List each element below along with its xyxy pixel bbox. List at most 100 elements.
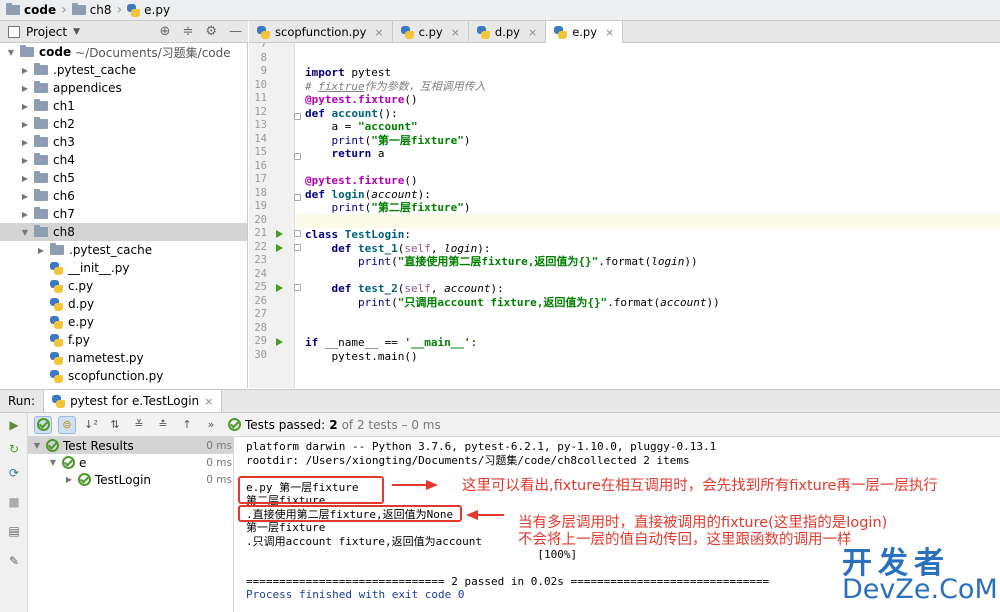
- folder-icon: [34, 117, 48, 129]
- show-passed-toggle[interactable]: [34, 415, 52, 434]
- chevron-down-icon[interactable]: ▼: [73, 27, 80, 37]
- tree-item[interactable]: __init__.py: [0, 259, 247, 277]
- collapsed-arrow-icon[interactable]: ▶: [20, 192, 30, 201]
- breadcrumb-ch8[interactable]: ch8: [71, 3, 112, 17]
- collapse-all-icon[interactable]: ≛: [154, 416, 172, 434]
- expanded-arrow-icon[interactable]: ▼: [48, 458, 58, 467]
- tree-item[interactable]: ▶ appendices: [0, 79, 247, 97]
- tree-root[interactable]: ▼ code ~/Documents/习题集/code: [0, 43, 247, 61]
- tab-scopfunction[interactable]: scopfunction.py ×: [249, 21, 393, 43]
- line-number: 28: [254, 321, 267, 334]
- toggle-auto-test-icon[interactable]: ⟳: [7, 466, 21, 480]
- run-main-icon[interactable]: [276, 338, 283, 346]
- chevron-right-icon: ›: [116, 2, 123, 18]
- folder-icon: [34, 81, 48, 93]
- tree-item[interactable]: ▶ ch4: [0, 151, 247, 169]
- run-class-icon[interactable]: [276, 230, 283, 238]
- sort-duration-icon[interactable]: ⇅: [106, 416, 124, 434]
- stop-icon[interactable]: ■: [7, 495, 21, 509]
- tree-item[interactable]: ▶ ch6: [0, 187, 247, 205]
- close-icon[interactable]: ×: [605, 26, 614, 39]
- tab-d-py[interactable]: d.py ×: [469, 21, 547, 43]
- tree-item[interactable]: ▶ .pytest_cache: [0, 61, 247, 79]
- fold-icon[interactable]: [294, 284, 301, 291]
- close-icon[interactable]: ×: [204, 395, 213, 408]
- fold-icon[interactable]: [294, 230, 301, 237]
- arrow-right-icon: [392, 480, 438, 490]
- code-line-17: @pytest.fixture(): [305, 174, 418, 187]
- breadcrumb-code[interactable]: code: [6, 3, 56, 17]
- breadcrumb: code › ch8 › e.py: [0, 0, 1000, 21]
- tab-e-py[interactable]: e.py ×: [546, 21, 624, 43]
- close-icon[interactable]: ×: [528, 26, 537, 39]
- fold-icon[interactable]: [294, 244, 301, 251]
- tree-item[interactable]: d.py: [0, 295, 247, 313]
- collapsed-arrow-icon[interactable]: ▶: [20, 120, 30, 129]
- close-icon[interactable]: ×: [374, 26, 383, 39]
- tree-item[interactable]: scopfunction.py: [0, 367, 247, 385]
- tree-item[interactable]: e.py: [0, 313, 247, 331]
- expanded-arrow-icon[interactable]: ▼: [6, 48, 16, 57]
- run-test-icon[interactable]: [276, 284, 283, 292]
- test-results-e[interactable]: ▼ e 0 ms: [28, 454, 234, 471]
- tree-item[interactable]: ▶ ch2: [0, 115, 247, 133]
- python-file-icon: [50, 333, 63, 347]
- rerun-icon[interactable]: ▶: [7, 418, 21, 432]
- layout-icon[interactable]: ▤: [7, 524, 21, 538]
- collapsed-arrow-icon[interactable]: ▶: [64, 475, 74, 484]
- collapsed-arrow-icon[interactable]: ▶: [20, 102, 30, 111]
- collapsed-arrow-icon[interactable]: ▶: [20, 210, 30, 219]
- tree-item[interactable]: c.py: [0, 277, 247, 295]
- tree-item[interactable]: ▶ ch1: [0, 97, 247, 115]
- console-line: Process finished with exit code 0: [246, 588, 465, 601]
- expanded-arrow-icon[interactable]: ▼: [20, 228, 30, 237]
- tab-c-py[interactable]: c.py ×: [393, 21, 469, 43]
- tree-item[interactable]: ▶ ch3: [0, 133, 247, 151]
- code-line-29: if __name__ == '__main__':: [305, 336, 478, 349]
- fold-icon[interactable]: [294, 153, 301, 160]
- collapse-all-icon[interactable]: ≑: [182, 24, 193, 39]
- collapsed-arrow-icon[interactable]: ▶: [20, 156, 30, 165]
- collapsed-arrow-icon[interactable]: ▶: [20, 138, 30, 147]
- breadcrumb-e-py[interactable]: e.py: [127, 3, 170, 17]
- run-config-tab[interactable]: pytest for e.TestLogin ×: [43, 390, 223, 412]
- expanded-arrow-icon[interactable]: ▼: [32, 441, 42, 450]
- test-results-testlogin[interactable]: ▶ TestLogin 0 ms: [28, 471, 234, 488]
- pytest-icon: [52, 394, 66, 408]
- tree-item-label: nametest.py: [68, 351, 144, 365]
- tree-item[interactable]: ▶ ch5: [0, 169, 247, 187]
- folder-icon: [50, 243, 64, 255]
- up-arrow-icon[interactable]: ↑: [178, 416, 196, 434]
- collapsed-arrow-icon[interactable]: ▶: [20, 84, 30, 93]
- collapsed-arrow-icon[interactable]: ▶: [20, 66, 30, 75]
- annotation-box-1: [238, 476, 384, 504]
- folder-icon: [34, 153, 48, 165]
- code-line-11: @pytest.fixture(): [305, 93, 418, 106]
- gear-icon[interactable]: ⚙: [205, 24, 217, 39]
- console-line: platform darwin -- Python 3.7.6, pytest-…: [246, 440, 717, 453]
- fold-icon[interactable]: [294, 194, 301, 201]
- expand-all-icon[interactable]: ≚: [130, 416, 148, 434]
- tree-item[interactable]: ▼ ch8: [0, 223, 247, 241]
- tree-item[interactable]: ▶ .pytest_cache: [0, 241, 247, 259]
- rerun-failed-icon[interactable]: ↻: [7, 442, 21, 456]
- sort-alpha-icon[interactable]: ↓²: [82, 416, 100, 434]
- run-test-icon[interactable]: [276, 244, 283, 252]
- show-ignored-toggle[interactable]: ⊜: [58, 415, 76, 434]
- test-results-root[interactable]: ▼ Test Results 0 ms: [28, 437, 234, 454]
- more-icon[interactable]: »: [202, 416, 220, 434]
- pin-icon[interactable]: ✎: [7, 554, 21, 568]
- hide-icon[interactable]: —: [229, 24, 242, 39]
- close-icon[interactable]: ×: [451, 26, 460, 39]
- tree-item[interactable]: f.py: [0, 331, 247, 349]
- tree-item[interactable]: nametest.py: [0, 349, 247, 367]
- project-panel-title[interactable]: Project: [26, 25, 67, 39]
- fold-icon[interactable]: [294, 113, 301, 120]
- collapsed-arrow-icon[interactable]: ▶: [36, 246, 46, 255]
- code-line-14: print("第一层fixture"): [331, 134, 471, 147]
- collapsed-arrow-icon[interactable]: ▶: [20, 174, 30, 183]
- locate-icon[interactable]: ⊕: [160, 24, 171, 39]
- code-editor[interactable]: 7 8 9 10 11 12 13 14 15 16 17 18 19 20 21 22 23 24 25 26 27 2…: [249, 43, 1000, 388]
- tree-item[interactable]: ▶ ch7: [0, 205, 247, 223]
- run-toolbar: ⊜ ↓² ⇅ ≚ ≛ ↑ » Tests passed: 2 of 2 test…: [0, 413, 1000, 437]
